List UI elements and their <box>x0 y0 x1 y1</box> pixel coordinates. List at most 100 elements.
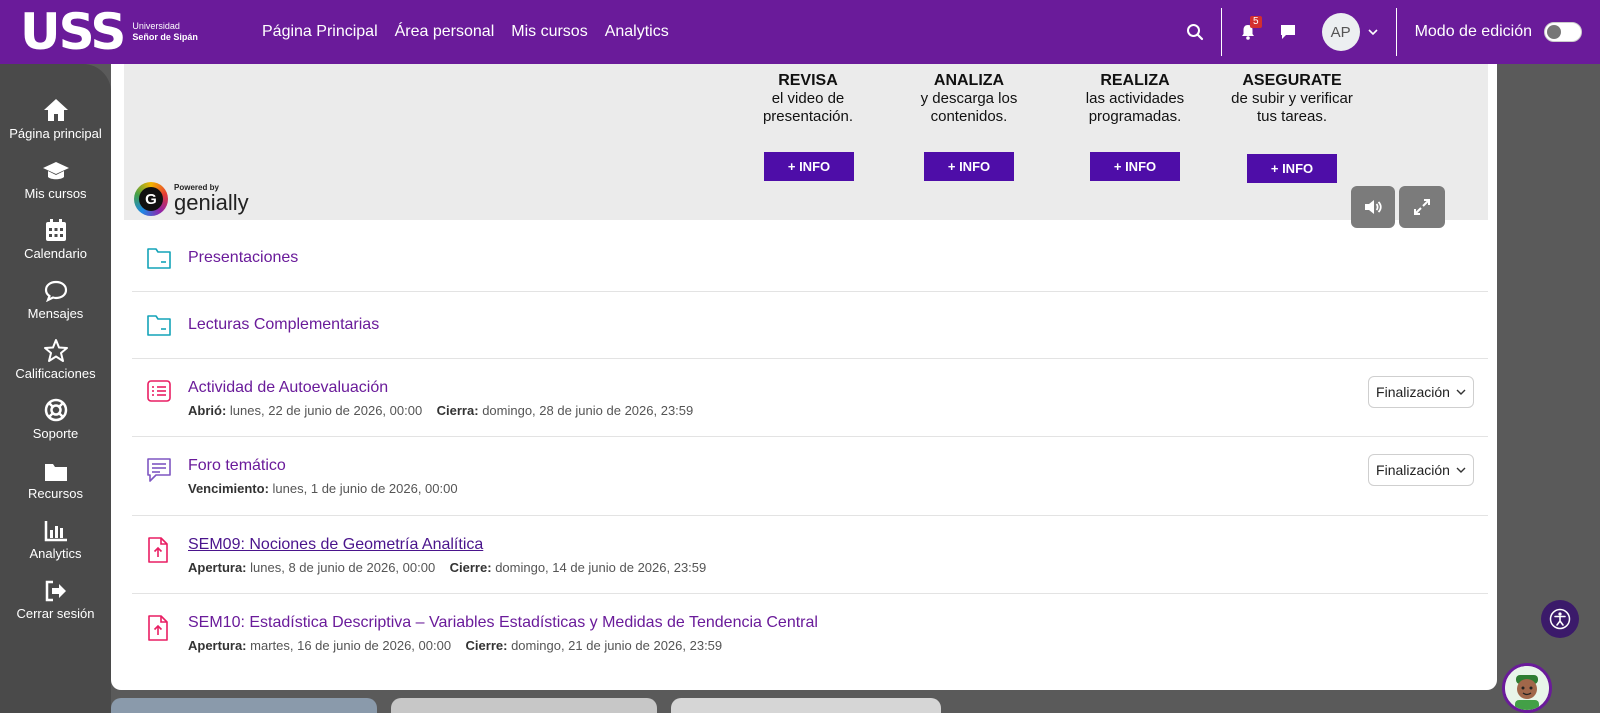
activity-link[interactable]: Lecturas Complementarias <box>188 316 379 334</box>
info-button-realiza[interactable]: + INFO <box>1090 152 1180 181</box>
sidebar-item-calendario[interactable]: Calendario <box>0 216 111 261</box>
logo-mark: USS <box>20 3 126 61</box>
notifications-button[interactable]: 5 <box>1228 12 1268 52</box>
activity-link[interactable]: Actividad de Autoevaluación <box>188 379 388 397</box>
search-icon <box>1186 24 1203 41</box>
sidebar-item-calificaciones[interactable]: Calificaciones <box>0 336 111 381</box>
user-avatar[interactable]: AP <box>1321 13 1360 51</box>
expand-icon <box>1414 199 1430 215</box>
step-heading: ASEGURATE <box>1242 72 1342 89</box>
chat-bubble-icon <box>1280 25 1295 39</box>
close-label: Cierra: <box>436 403 479 418</box>
activity-row-lecturas: Lecturas Complementarias <box>132 292 1488 359</box>
info-button-revisa[interactable]: + INFO <box>764 152 854 181</box>
sidebar-item-mensajes[interactable]: Mensajes <box>0 276 111 321</box>
sidebar-label: Calendario <box>24 246 87 261</box>
assignment-upload-icon <box>148 537 168 563</box>
logo-line1: Universidad <box>132 21 180 31</box>
open-date: lunes, 22 de junio de 2026, 00:00 <box>229 403 423 418</box>
university-logo[interactable]: USS Universidad Señor de Sipán <box>20 3 220 61</box>
sidebar-item-pagina-principal[interactable]: Página principal <box>0 96 111 141</box>
edit-mode-label: Modo de edición <box>1414 23 1532 40</box>
sidebar-item-mis-cursos[interactable]: Mis cursos <box>0 156 111 201</box>
genially-embed: REVISA el video de presentación. + INFO … <box>124 64 1488 228</box>
info-button-asegurate[interactable]: + INFO <box>1247 154 1337 183</box>
chevron-down-icon[interactable] <box>1368 28 1378 36</box>
sidebar-item-analytics[interactable]: Analytics <box>0 516 111 561</box>
course-content-card: REVISA el video de presentación. + INFO … <box>111 64 1497 690</box>
chatbot-avatar-button[interactable] <box>1502 663 1552 713</box>
chevron-down-icon <box>1456 467 1466 473</box>
sidebar-item-cerrar-sesion[interactable]: Cerrar sesión <box>0 576 111 621</box>
genially-branding[interactable]: G Powered by genially <box>134 182 249 216</box>
step-line: el video de <box>771 90 845 107</box>
sidebar-label: Página principal <box>9 126 102 141</box>
activity-row-sem10: SEM10: Estadística Descriptiva – Variabl… <box>132 594 1488 676</box>
step-line: programadas. <box>1088 108 1182 125</box>
open-label: Apertura: <box>188 560 247 575</box>
folder-icon <box>147 315 171 336</box>
lifebuoy-icon <box>44 398 67 422</box>
step-analiza: ANALIZA y descarga los contenidos. <box>894 72 1044 126</box>
close-date: domingo, 14 de junio de 2026, 23:59 <box>495 560 707 575</box>
activity-link[interactable]: SEM09: Nociones de Geometría Analítica <box>188 536 483 554</box>
fullscreen-button[interactable] <box>1399 186 1445 228</box>
close-date: domingo, 28 de junio de 2026, 23:59 <box>482 403 694 418</box>
step-line: tus tareas. <box>1256 108 1328 125</box>
step-realiza: REALIZA las actividades programadas. <box>1060 72 1210 126</box>
activity-row-presentaciones: Presentaciones <box>132 224 1488 292</box>
activity-row-autoevaluacion: Actividad de Autoevaluación Abrió: lunes… <box>132 359 1488 437</box>
edit-mode-toggle[interactable] <box>1544 22 1582 42</box>
navbar-divider <box>1220 8 1222 56</box>
nav-analytics[interactable]: Analytics <box>605 23 669 41</box>
nav-mis-cursos[interactable]: Mis cursos <box>511 23 587 41</box>
top-navbar: USS Universidad Señor de Sipán Página Pr… <box>0 0 1600 64</box>
step-line: y descarga los <box>920 90 1018 107</box>
step-revisa: REVISA el video de presentación. <box>738 72 878 126</box>
step-line: presentación. <box>762 108 854 125</box>
close-label: Cierre: <box>449 560 492 575</box>
nav-area-personal[interactable]: Área personal <box>395 23 495 41</box>
completion-dropdown[interactable]: Finalización <box>1368 376 1474 408</box>
sidebar-label: Mis cursos <box>24 186 87 201</box>
sidebar-item-soporte[interactable]: Soporte <box>0 396 111 441</box>
bottom-card-2 <box>391 698 657 713</box>
genially-logo-icon: G <box>134 182 168 216</box>
message-icon <box>44 280 67 302</box>
activity-row-sem09: SEM09: Nociones de Geometría Analítica A… <box>132 516 1488 594</box>
open-date: lunes, 8 de junio de 2026, 00:00 <box>250 560 436 575</box>
genially-wordmark: genially <box>174 190 249 215</box>
chevron-down-icon <box>1456 389 1466 395</box>
audio-toggle-button[interactable] <box>1351 186 1395 228</box>
search-button[interactable] <box>1175 12 1215 52</box>
logout-icon <box>45 580 66 602</box>
notification-count-badge: 5 <box>1250 16 1262 28</box>
close-date: domingo, 21 de junio de 2026, 23:59 <box>511 638 723 653</box>
quiz-icon <box>147 380 171 402</box>
primary-nav: Página Principal Área personal Mis curso… <box>262 0 686 64</box>
info-button-analiza[interactable]: + INFO <box>924 152 1014 181</box>
sidebar-label: Analytics <box>29 546 82 561</box>
activity-link[interactable]: Foro temático <box>188 457 286 475</box>
sidebar-label: Soporte <box>32 426 79 441</box>
open-date: martes, 16 de junio de 2026, 00:00 <box>250 638 452 653</box>
speaker-icon <box>1365 200 1382 214</box>
activity-link[interactable]: Presentaciones <box>188 249 298 267</box>
sidebar-label: Mensajes <box>27 306 84 321</box>
open-label: Abrió: <box>188 403 227 418</box>
sidebar-item-recursos[interactable]: Recursos <box>0 456 111 501</box>
nav-pagina-principal[interactable]: Página Principal <box>262 23 378 41</box>
accessibility-button[interactable] <box>1541 600 1579 638</box>
logo-text: Universidad Señor de Sipán <box>132 21 198 43</box>
chatbot-character-icon <box>1505 666 1549 710</box>
activity-dates: Abrió: lunes, 22 de junio de 2026, 00:00… <box>188 403 693 418</box>
messages-button[interactable] <box>1268 12 1308 52</box>
completion-dropdown[interactable]: Finalización <box>1368 454 1474 486</box>
step-asegurate: ASEGURATE de subir y verificar tus tarea… <box>1212 72 1372 126</box>
left-sidebar: Página principal Mis cursos Calendario M… <box>0 64 111 713</box>
activity-link[interactable]: SEM10: Estadística Descriptiva – Variabl… <box>188 614 818 632</box>
star-icon <box>43 339 68 362</box>
bottom-card-3 <box>671 698 941 713</box>
accessibility-icon <box>1549 608 1571 630</box>
bar-chart-icon <box>44 521 67 542</box>
